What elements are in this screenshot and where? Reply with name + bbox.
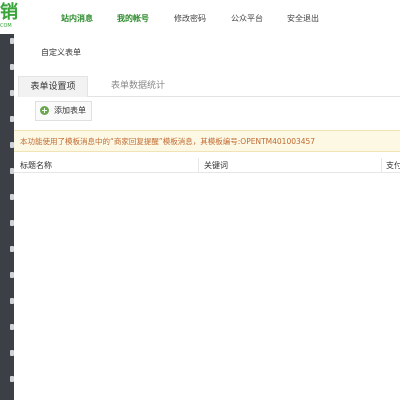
tab-form-settings[interactable]: 表单设置项: [18, 76, 88, 97]
add-form-label: 添加表单: [54, 106, 86, 115]
nav-public-platform[interactable]: 公众平台: [231, 13, 263, 24]
table-header: 标题名称 关键词 支付: [14, 158, 400, 173]
notice-text: 本功能使用了模板消息中的“商家回复提醒”模板消息，其模板编号:OPENTM401…: [20, 137, 316, 146]
column-divider: [381, 158, 382, 172]
add-form-button[interactable]: + 添加表单: [35, 101, 92, 121]
main-content: 自定义表单 表单设置项 表单数据统计 + 添加表单 本功能使用了模板消息中的“商…: [14, 34, 400, 400]
column-keyword: 关键词: [204, 161, 228, 170]
nav-my-account[interactable]: 我的帐号: [117, 13, 149, 24]
page-title: 自定义表单: [41, 48, 81, 57]
column-payment: 支付: [386, 161, 400, 170]
tab-form-statistics[interactable]: 表单数据统计: [102, 76, 174, 96]
column-title: 标题名称: [20, 161, 52, 170]
top-nav: 站内消息 我的帐号 修改密码 公众平台 安全退出: [0, 13, 400, 27]
plus-circle-icon: +: [40, 106, 49, 115]
tab-bar: 表单设置项 表单数据统计: [18, 76, 400, 97]
nav-logout[interactable]: 安全退出: [287, 13, 319, 24]
notice-banner: 本功能使用了模板消息中的“商家回复提醒”模板消息，其模板编号:OPENTM401…: [14, 130, 400, 152]
top-bar: 销 COM 站内消息 我的帐号 修改密码 公众平台 安全退出: [0, 0, 400, 35]
sidebar: [0, 34, 14, 400]
nav-change-password[interactable]: 修改密码: [174, 13, 206, 24]
nav-messages[interactable]: 站内消息: [61, 13, 93, 24]
column-divider: [198, 158, 199, 172]
